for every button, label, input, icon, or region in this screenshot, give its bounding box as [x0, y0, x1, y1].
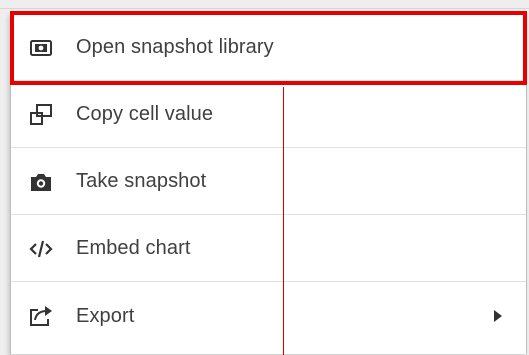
- snapshot-library-icon: [29, 36, 53, 60]
- menu-item-export[interactable]: Export: [11, 283, 526, 349]
- menu-item-label: Copy cell value: [76, 103, 214, 125]
- triangle-right-icon: [494, 310, 502, 322]
- menu-item-label: Open snapshot library: [76, 36, 274, 58]
- menu-item-label: Export: [76, 304, 135, 327]
- background-divider: [0, 8, 529, 9]
- camera-icon: [29, 170, 53, 194]
- menu-item-open-snapshot-library[interactable]: Open snapshot library: [11, 15, 526, 81]
- menu-item-label: Take snapshot: [76, 170, 207, 192]
- export-icon: [29, 304, 53, 328]
- copy-icon: [29, 103, 53, 127]
- menu-item-embed-chart[interactable]: Embed chart: [11, 216, 526, 282]
- context-menu: Open snapshot library Copy cell value Ta…: [10, 14, 527, 354]
- menu-item-copy-cell-value[interactable]: Copy cell value: [11, 82, 526, 148]
- menu-item-label: Embed chart: [76, 237, 191, 259]
- code-icon: [29, 237, 53, 261]
- menu-item-take-snapshot[interactable]: Take snapshot: [11, 149, 526, 215]
